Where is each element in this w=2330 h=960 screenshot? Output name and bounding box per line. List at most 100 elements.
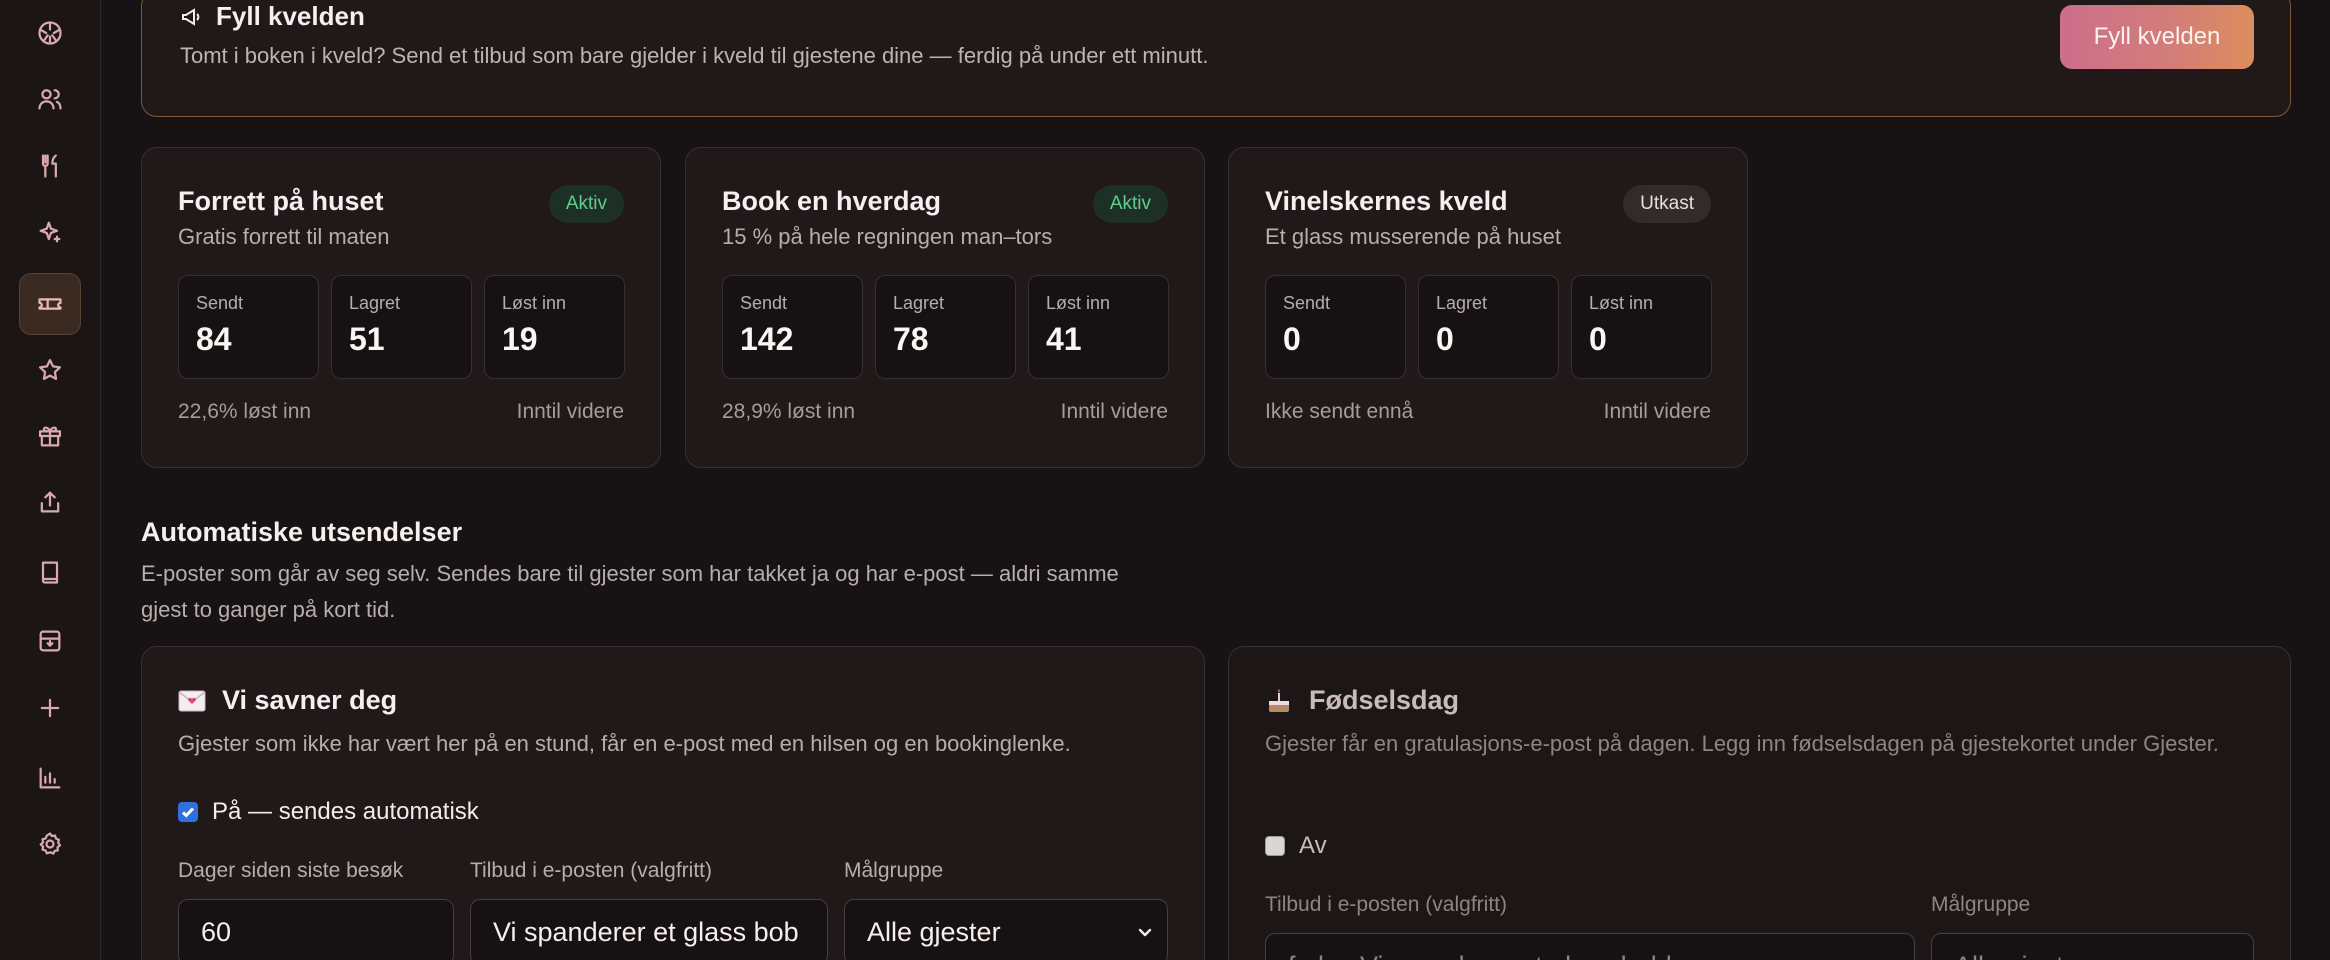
sidebar-item-reviews[interactable]: [19, 339, 81, 401]
stat-redeemed: Løst inn 0: [1571, 275, 1712, 379]
sidebar-item-settings[interactable]: [19, 813, 81, 875]
offer-title: Forrett på huset: [178, 186, 384, 216]
sidebar-item-dashboard[interactable]: [19, 2, 81, 64]
offer-card[interactable]: Book en hverdag 15 % på hele regningen m…: [685, 147, 1205, 468]
enabled-checkbox[interactable]: [1265, 836, 1285, 856]
target-group-label: Målgruppe: [1931, 893, 2031, 916]
stat-value: 0: [1283, 321, 1301, 357]
settings-icon: [39, 832, 62, 855]
stat-label: Sendt: [196, 293, 244, 313]
fill-evening-banner: Fyll kvelden Tomt i boken i kveld? Send …: [141, 0, 2291, 117]
sidebar-item-gifts[interactable]: [19, 405, 81, 467]
palette-icon: [38, 21, 62, 45]
sidebar-item-ai[interactable]: [19, 201, 81, 263]
stat-label: Løst inn: [502, 293, 567, 313]
ticket-icon: [38, 298, 62, 310]
offer-validity: Inntil videre: [1603, 400, 1711, 423]
offer-validity: Inntil videre: [1060, 400, 1168, 423]
offer-title: Vinelskernes kveld: [1265, 186, 1508, 216]
stat-sent: Sendt 0: [1265, 275, 1406, 379]
automation-title-text: Vi savner deg: [222, 685, 398, 715]
stat-label: Lagret: [893, 293, 945, 313]
stat-sent: Sendt 84: [178, 275, 319, 379]
offer-input[interactable]: f.eks. Vi spanderer et glass bobler: [1265, 933, 1915, 960]
redemption-rate: 22,6% løst inn: [178, 400, 312, 423]
sidebar-item-guests[interactable]: [19, 68, 81, 130]
automation-card-miss-you: Vi savner deg Gjester som ikke har vært …: [141, 646, 1205, 960]
offer-input[interactable]: Vi spanderer et glass bob: [470, 899, 828, 960]
status-badge: Aktiv: [1092, 185, 1168, 223]
offer-subtitle: Et glass musserende på huset: [1265, 224, 1561, 249]
stat-saved: Lagret 78: [875, 275, 1016, 379]
bar-chart-icon: [39, 767, 61, 789]
automation-toggle[interactable]: Av: [1265, 832, 1327, 860]
target-group-select[interactable]: Alle gjester: [1931, 933, 2254, 960]
megaphone-icon: [182, 7, 200, 26]
utensils-icon: [41, 154, 57, 178]
offer-card[interactable]: Vinelskernes kveld Et glass musserende p…: [1228, 147, 1748, 468]
birthday-cake-icon: [1265, 688, 1293, 714]
sparkles-icon: [39, 221, 61, 243]
fill-evening-button[interactable]: Fyll kvelden: [2060, 5, 2254, 69]
offer-label: Tilbud i e-posten (valgfritt): [1265, 893, 1507, 916]
sidebar: [0, 0, 101, 960]
stat-value: 51: [349, 321, 385, 357]
stat-value: 0: [1436, 321, 1454, 357]
automation-card-birthday: Fødselsdag Gjester får en gratulasjons-e…: [1228, 646, 2291, 960]
users-icon: [38, 89, 62, 110]
gift-icon: [38, 426, 62, 447]
sidebar-item-bookings[interactable]: [19, 541, 81, 603]
banner-title: Fyll kvelden: [180, 1, 365, 32]
banner-description: Tomt i boken i kveld? Send et tilbud som…: [180, 43, 1209, 68]
stat-value: 84: [196, 321, 232, 357]
stat-sent: Sendt 142: [722, 275, 863, 379]
status-badge: Aktiv: [548, 185, 624, 223]
offer-subtitle: Gratis forrett til maten: [178, 224, 390, 249]
stat-saved: Lagret 0: [1418, 275, 1559, 379]
sidebar-item-offers[interactable]: [19, 273, 81, 335]
star-icon: [38, 358, 62, 380]
stat-label: Sendt: [1283, 293, 1331, 313]
target-group-value: Alle gjester: [867, 917, 1001, 947]
days-input[interactable]: 60: [178, 899, 454, 960]
sidebar-item-stats[interactable]: [19, 747, 81, 809]
love-letter-icon: [178, 688, 206, 714]
book-icon: [41, 561, 59, 584]
enabled-checkbox[interactable]: [178, 802, 198, 822]
stat-value: 142: [740, 321, 794, 357]
automation-title: Vi savner deg: [178, 685, 397, 716]
target-group-select[interactable]: Alle gjester: [844, 899, 1168, 960]
days-label: Dager siden siste besøk: [178, 859, 404, 882]
offer-label: Tilbud i e-posten (valgfritt): [470, 859, 712, 882]
archive-icon: [39, 630, 61, 652]
toggle-label: På — sendes automatisk: [212, 798, 479, 825]
stat-value: 0: [1589, 321, 1607, 357]
share-icon: [40, 491, 60, 513]
stat-label: Løst inn: [1589, 293, 1654, 313]
stat-label: Sendt: [740, 293, 788, 313]
automation-description: Gjester som ikke har vært her på en stun…: [178, 731, 1071, 756]
offer-title: Book en hverdag: [722, 186, 942, 216]
stat-value: 78: [893, 321, 929, 357]
offer-validity: Inntil videre: [516, 400, 624, 423]
plus-icon: [40, 698, 60, 718]
automation-description: Gjester får en gratulasjons-e-post på da…: [1265, 731, 2219, 756]
redemption-rate: Ikke sendt ennå: [1265, 400, 1414, 423]
section-description: E-poster som går av seg selv. Sendes bar…: [141, 561, 1119, 622]
sidebar-item-share[interactable]: [19, 471, 81, 533]
automation-toggle[interactable]: På — sendes automatisk: [178, 798, 479, 826]
stat-value: 19: [502, 321, 538, 357]
stat-label: Lagret: [1436, 293, 1488, 313]
sidebar-item-menu[interactable]: [19, 135, 81, 197]
stat-label: Lagret: [349, 293, 401, 313]
banner-title-text: Fyll kvelden: [216, 1, 365, 31]
offer-subtitle: 15 % på hele regningen man–tors: [722, 224, 1053, 249]
sidebar-item-add[interactable]: [19, 677, 81, 739]
target-group-value: Alle gjester: [1954, 951, 2088, 960]
automation-title-text: Fødselsdag: [1309, 685, 1460, 715]
sidebar-item-archive[interactable]: [19, 610, 81, 672]
redemption-rate: 28,9% løst inn: [722, 400, 856, 423]
offer-card[interactable]: Forrett på huset Gratis forrett til mate…: [141, 147, 661, 468]
toggle-label: Av: [1299, 832, 1327, 859]
check-icon: [181, 807, 195, 818]
